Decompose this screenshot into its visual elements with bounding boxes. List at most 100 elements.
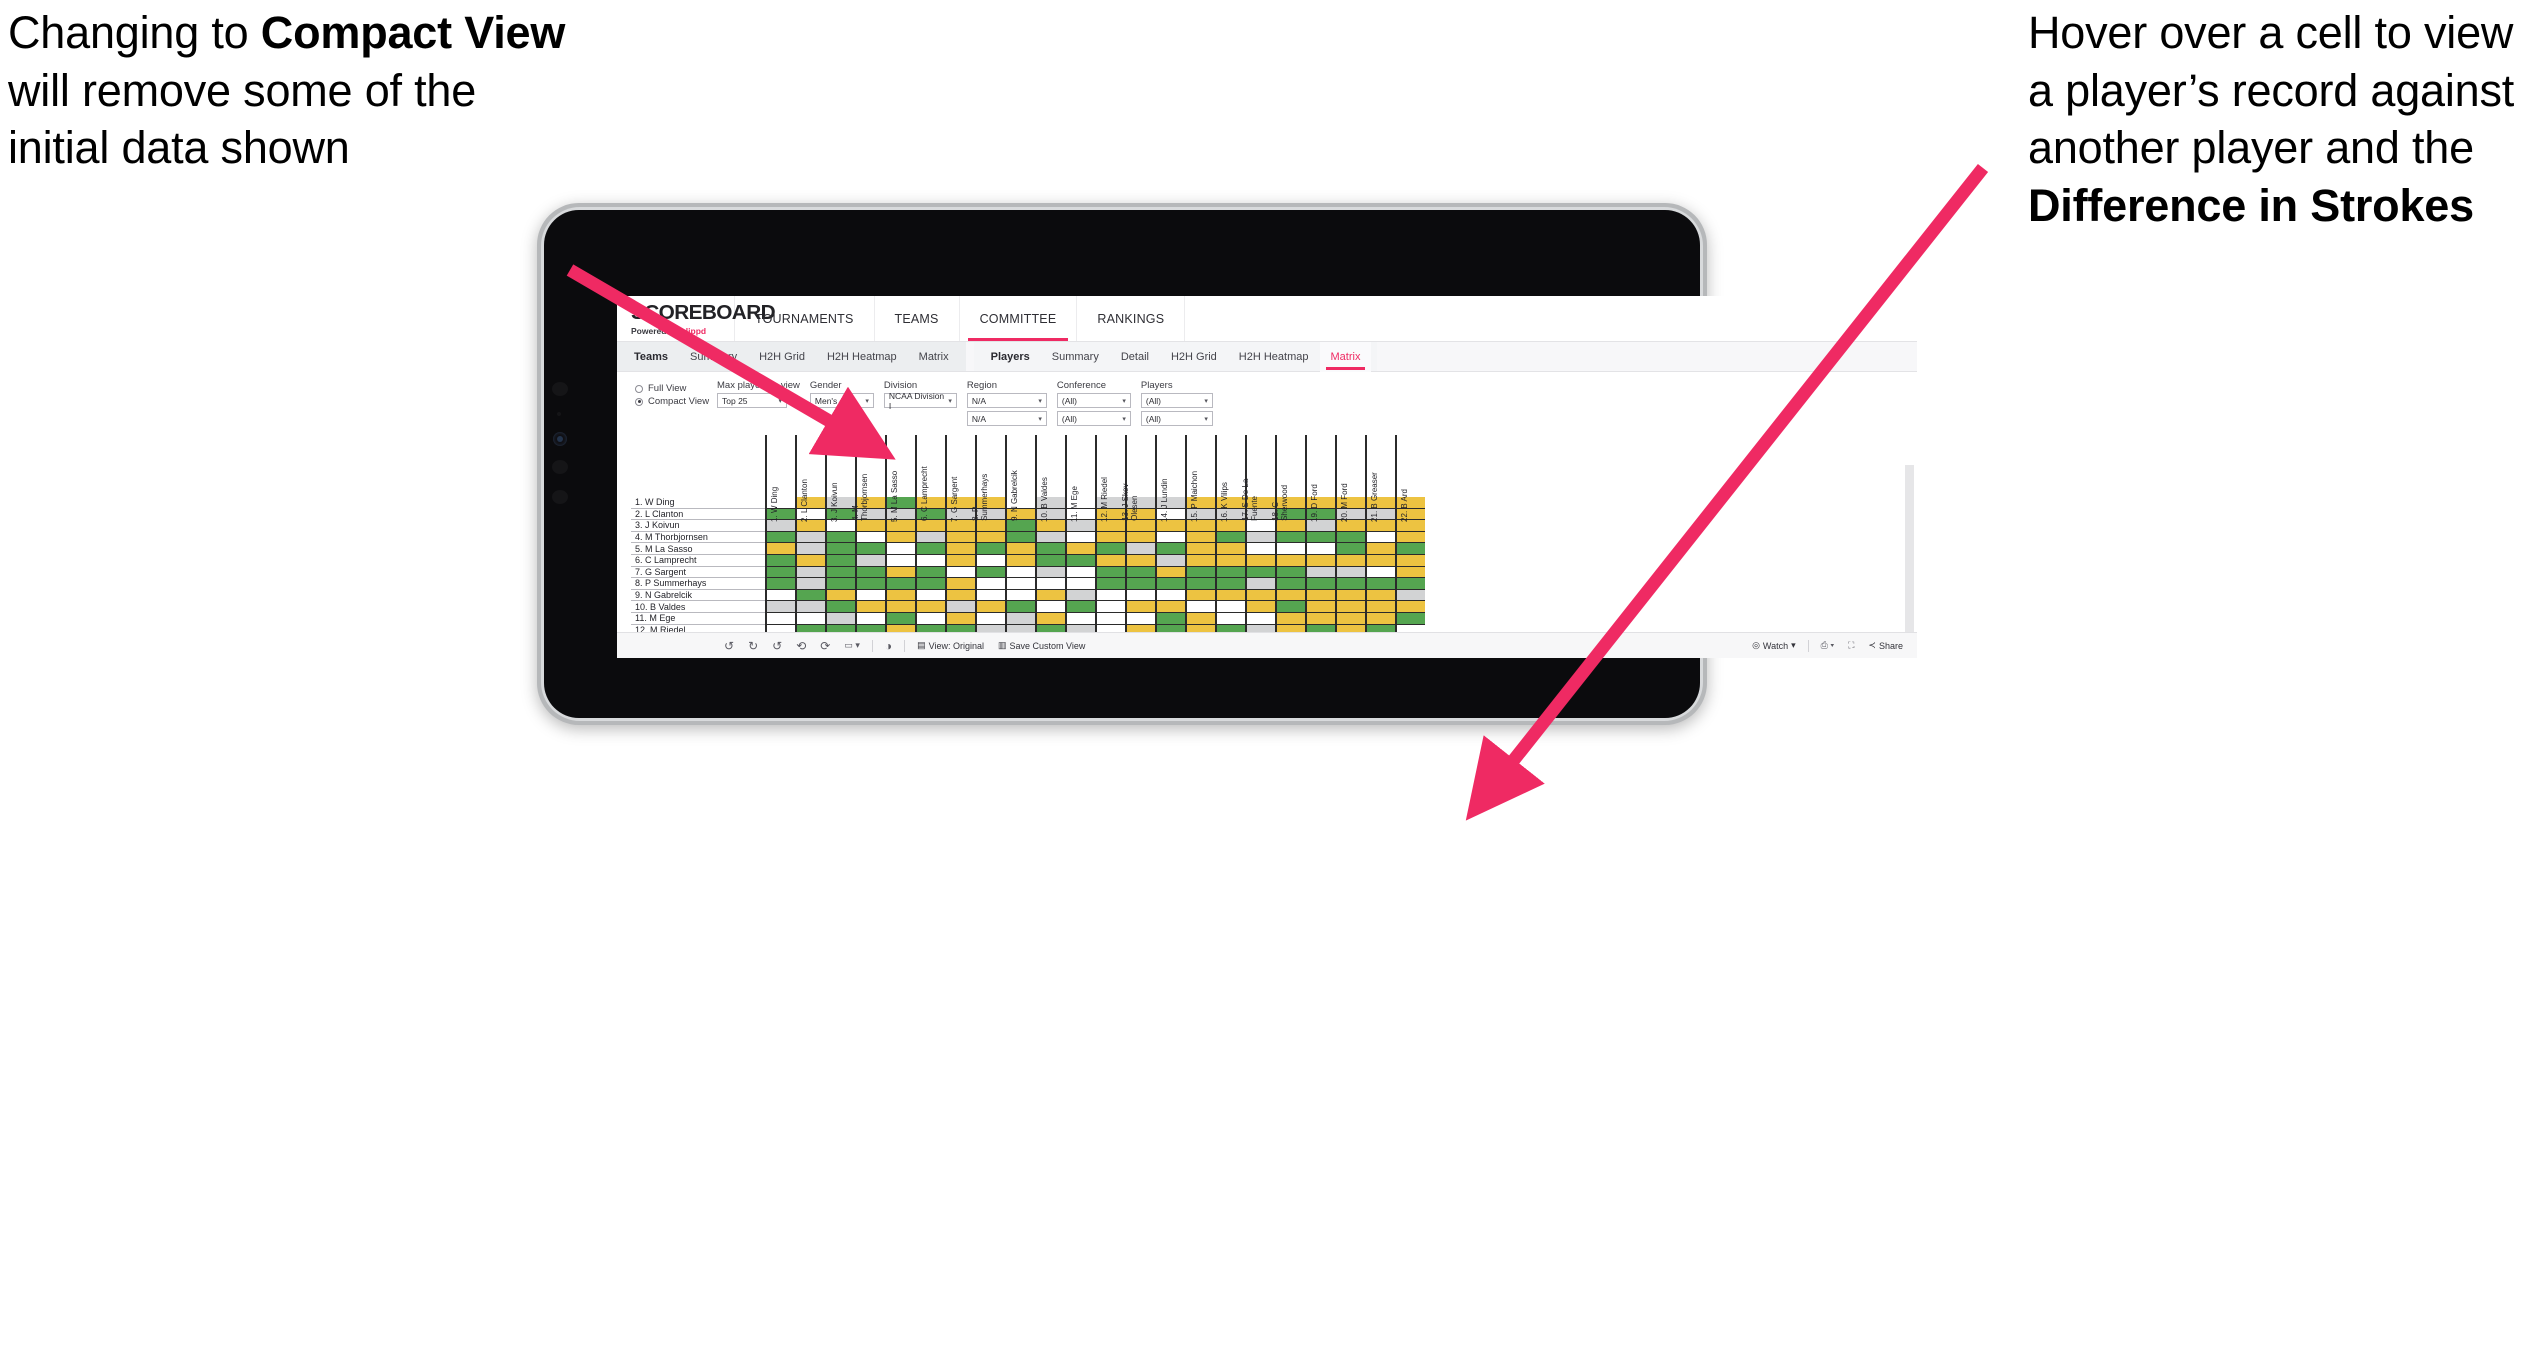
matrix-cell[interactable]: [1335, 589, 1365, 602]
subtab-players-h2h-heatmap[interactable]: H2H Heatmap: [1228, 342, 1320, 372]
matrix-cell[interactable]: [1215, 578, 1245, 590]
matrix-cell[interactable]: [1095, 566, 1125, 579]
matrix-cell[interactable]: [1005, 543, 1035, 555]
matrix-cell[interactable]: [1245, 578, 1275, 590]
matrix-cell[interactable]: [855, 578, 885, 590]
select-players-1[interactable]: (All) ▾: [1140, 393, 1213, 408]
share-button[interactable]: ≺ Share: [1861, 640, 1917, 651]
matrix-cell[interactable]: [1215, 566, 1245, 579]
matrix-cell[interactable]: [945, 554, 975, 567]
select-conference-2[interactable]: (All) ▾: [1056, 411, 1131, 426]
matrix-cell[interactable]: [1305, 601, 1335, 613]
matrix-cell[interactable]: [825, 578, 855, 590]
matrix-cell[interactable]: [1275, 554, 1305, 567]
matrix-cell[interactable]: [1305, 566, 1335, 579]
matrix-cell[interactable]: [1095, 578, 1125, 590]
matrix-cell[interactable]: [1395, 612, 1425, 625]
matrix-cell[interactable]: [1065, 566, 1095, 579]
matrix-cell[interactable]: [1065, 543, 1095, 555]
matrix-cell[interactable]: [1245, 589, 1275, 602]
matrix-cell[interactable]: [825, 566, 855, 579]
matrix-cell[interactable]: [1035, 543, 1065, 555]
matrix-cell[interactable]: [975, 520, 1005, 532]
matrix-cell[interactable]: [885, 543, 915, 555]
matrix-cell[interactable]: [1065, 554, 1095, 567]
matrix-cell[interactable]: [1305, 531, 1335, 544]
matrix-cell[interactable]: [1365, 589, 1395, 602]
matrix-cell[interactable]: [855, 543, 885, 555]
matrix-cell[interactable]: [1275, 612, 1305, 625]
matrix-cell[interactable]: [1335, 612, 1365, 625]
matrix-cell[interactable]: [855, 589, 885, 602]
select-division[interactable]: NCAA Division I ▾: [883, 391, 957, 411]
matrix-cell[interactable]: [795, 566, 825, 579]
matrix-cell[interactable]: [1065, 531, 1095, 544]
matrix-cell[interactable]: [1215, 612, 1245, 625]
matrix-cell[interactable]: [1185, 578, 1215, 590]
radio-full-view[interactable]: Full View: [635, 382, 717, 395]
matrix-cell[interactable]: [765, 543, 795, 555]
matrix-cell[interactable]: [1365, 543, 1395, 555]
matrix-cell[interactable]: [855, 520, 885, 532]
revert-icon[interactable]: ↺: [765, 640, 789, 652]
matrix-cell[interactable]: [1395, 601, 1425, 613]
subtab-players-h2h-grid[interactable]: H2H Grid: [1160, 342, 1228, 372]
matrix-cell[interactable]: [915, 578, 945, 590]
matrix-cell[interactable]: [795, 612, 825, 625]
matrix-cell[interactable]: [945, 578, 975, 590]
matrix-cell[interactable]: [975, 578, 1005, 590]
matrix-cell[interactable]: [1155, 543, 1185, 555]
matrix-cell[interactable]: [765, 531, 795, 544]
matrix-cell[interactable]: [1035, 601, 1065, 613]
matrix-cell[interactable]: [1095, 589, 1125, 602]
matrix-cell[interactable]: [1365, 566, 1395, 579]
matrix-cell[interactable]: [765, 612, 795, 625]
matrix-cell[interactable]: [765, 566, 795, 579]
matrix-cell[interactable]: [885, 566, 915, 579]
matrix-cell[interactable]: [1335, 531, 1365, 544]
matrix-cell[interactable]: [765, 578, 795, 590]
matrix-cell[interactable]: [945, 566, 975, 579]
matrix-cell[interactable]: [1065, 578, 1095, 590]
matrix-cell[interactable]: [975, 601, 1005, 613]
matrix-cell[interactable]: [1005, 531, 1035, 544]
matrix-cell[interactable]: [795, 543, 825, 555]
app-logo[interactable]: SCOREBOARD Powered by clippd: [617, 296, 776, 341]
matrix-cell[interactable]: [1035, 589, 1065, 602]
matrix-cell[interactable]: [1005, 566, 1035, 579]
matrix-cell[interactable]: [885, 531, 915, 544]
refresh-icon[interactable]: ⟲: [789, 640, 813, 652]
matrix-cell[interactable]: [1365, 601, 1395, 613]
matrix-cell[interactable]: [1125, 578, 1155, 590]
matrix-cell[interactable]: [975, 554, 1005, 567]
matrix-cell[interactable]: [975, 531, 1005, 544]
matrix-cell[interactable]: [1065, 601, 1095, 613]
matrix-cell[interactable]: [945, 601, 975, 613]
matrix-cell[interactable]: [975, 566, 1005, 579]
matrix-cell[interactable]: [1335, 543, 1365, 555]
matrix-cell[interactable]: [795, 578, 825, 590]
view-original-button[interactable]: ▤ View: Original: [910, 640, 991, 651]
nav-tab-tournaments[interactable]: TOURNAMENTS: [735, 296, 875, 341]
matrix-cell[interactable]: [1035, 531, 1065, 544]
matrix-cell[interactable]: [855, 566, 885, 579]
matrix-cell[interactable]: [885, 554, 915, 567]
matrix-cell[interactable]: [1125, 520, 1155, 532]
matrix-cell[interactable]: [1005, 601, 1035, 613]
matrix-cell[interactable]: [885, 612, 915, 625]
matrix-cell[interactable]: [1245, 612, 1275, 625]
matrix-cell[interactable]: [1035, 612, 1065, 625]
matrix-cell[interactable]: [945, 589, 975, 602]
nav-tab-rankings[interactable]: RANKINGS: [1077, 296, 1186, 341]
matrix-cell[interactable]: [1395, 566, 1425, 579]
matrix-cell[interactable]: [1185, 554, 1215, 567]
subtab-players-summary[interactable]: Summary: [1041, 342, 1110, 372]
matrix-cell[interactable]: [1215, 543, 1245, 555]
matrix-cell[interactable]: [1365, 578, 1395, 590]
matrix-cell[interactable]: [795, 589, 825, 602]
matrix-cell[interactable]: [915, 612, 945, 625]
matrix-cell[interactable]: [765, 589, 795, 602]
matrix-cell[interactable]: [825, 531, 855, 544]
matrix-cell[interactable]: [1245, 531, 1275, 544]
matrix-cell[interactable]: [1395, 589, 1425, 602]
